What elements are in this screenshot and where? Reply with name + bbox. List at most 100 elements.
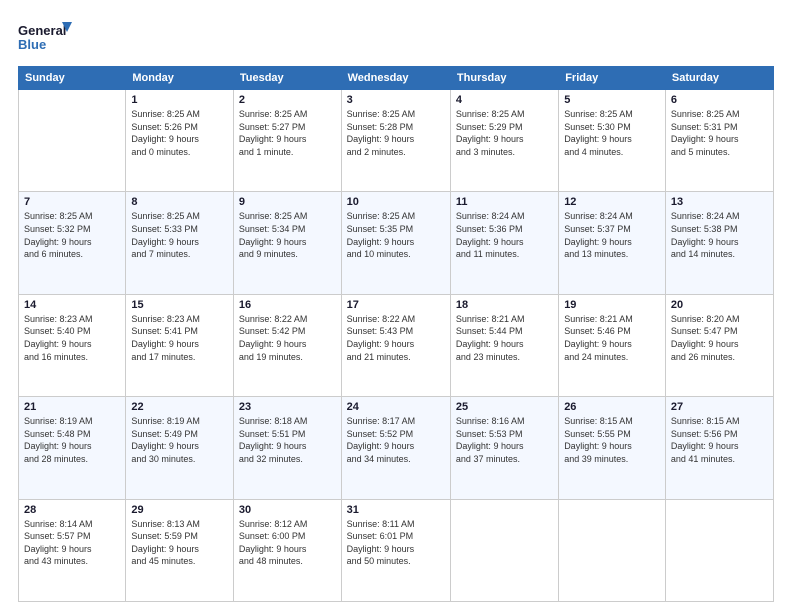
day-number: 1 [131, 94, 228, 106]
calendar-cell: 30 Sunrise: 8:12 AM Sunset: 6:00 PM Dayli… [233, 499, 341, 601]
day-number: 28 [24, 504, 120, 516]
header-friday: Friday [559, 67, 666, 90]
calendar-cell: 29 Sunrise: 8:13 AM Sunset: 5:59 PM Dayli… [126, 499, 234, 601]
page: GeneralBlue SundayMondayTuesdayWednesday… [0, 0, 792, 612]
day-info: Sunrise: 8:17 AM Sunset: 5:52 PM Dayligh… [347, 415, 445, 465]
calendar-cell: 27 Sunrise: 8:15 AM Sunset: 5:56 PM Dayli… [665, 397, 773, 499]
day-number: 20 [671, 299, 768, 311]
day-number: 15 [131, 299, 228, 311]
calendar-cell: 5 Sunrise: 8:25 AM Sunset: 5:30 PM Daylig… [559, 90, 666, 192]
day-info: Sunrise: 8:12 AM Sunset: 6:00 PM Dayligh… [239, 518, 336, 568]
day-number: 11 [456, 196, 553, 208]
calendar-cell: 7 Sunrise: 8:25 AM Sunset: 5:32 PM Daylig… [19, 192, 126, 294]
day-info: Sunrise: 8:23 AM Sunset: 5:41 PM Dayligh… [131, 313, 228, 363]
calendar-cell: 26 Sunrise: 8:15 AM Sunset: 5:55 PM Dayli… [559, 397, 666, 499]
header-tuesday: Tuesday [233, 67, 341, 90]
calendar-cell: 20Sunrise: 8:20 AM Sunset: 5:47 PM Dayli… [665, 294, 773, 396]
header: GeneralBlue [18, 18, 774, 58]
calendar-header-row: SundayMondayTuesdayWednesdayThursdayFrid… [19, 67, 774, 90]
day-number: 29 [131, 504, 228, 516]
day-number: 31 [347, 504, 445, 516]
calendar-cell: 28 Sunrise: 8:14 AM Sunset: 5:57 PM Dayli… [19, 499, 126, 601]
day-info: Sunrise: 8:19 AM Sunset: 5:48 PM Dayligh… [24, 415, 120, 465]
calendar-cell: 25 Sunrise: 8:16 AM Sunset: 5:53 PM Dayli… [450, 397, 558, 499]
day-number: 3 [347, 94, 445, 106]
day-number: 26 [564, 401, 660, 413]
day-number: 12 [564, 196, 660, 208]
calendar-cell: 22Sunrise: 8:19 AM Sunset: 5:49 PM Dayli… [126, 397, 234, 499]
day-number: 9 [239, 196, 336, 208]
day-info: Sunrise: 8:15 AM Sunset: 5:55 PM Dayligh… [564, 415, 660, 465]
header-sunday: Sunday [19, 67, 126, 90]
logo: GeneralBlue [18, 18, 78, 58]
svg-text:Blue: Blue [18, 37, 46, 52]
day-info: Sunrise: 8:11 AM Sunset: 6:01 PM Dayligh… [347, 518, 445, 568]
day-number: 17 [347, 299, 445, 311]
day-number: 10 [347, 196, 445, 208]
calendar-cell: 9 Sunrise: 8:25 AM Sunset: 5:34 PM Daylig… [233, 192, 341, 294]
day-number: 16 [239, 299, 336, 311]
day-info: Sunrise: 8:25 AM Sunset: 5:30 PM Dayligh… [564, 108, 660, 158]
day-info: Sunrise: 8:25 AM Sunset: 5:27 PM Dayligh… [239, 108, 336, 158]
day-number: 19 [564, 299, 660, 311]
day-info: Sunrise: 8:25 AM Sunset: 5:31 PM Dayligh… [671, 108, 768, 158]
day-info: Sunrise: 8:25 AM Sunset: 5:32 PM Dayligh… [24, 210, 120, 260]
day-number: 5 [564, 94, 660, 106]
calendar-cell [19, 90, 126, 192]
day-info: Sunrise: 8:25 AM Sunset: 5:34 PM Dayligh… [239, 210, 336, 260]
day-info: Sunrise: 8:23 AM Sunset: 5:40 PM Dayligh… [24, 313, 120, 363]
calendar-table: SundayMondayTuesdayWednesdayThursdayFrid… [18, 66, 774, 602]
calendar-cell [665, 499, 773, 601]
calendar-cell: 3Sunrise: 8:25 AM Sunset: 5:28 PM Daylig… [341, 90, 450, 192]
calendar-cell: 14 Sunrise: 8:23 AM Sunset: 5:40 PM Dayli… [19, 294, 126, 396]
day-info: Sunrise: 8:18 AM Sunset: 5:51 PM Dayligh… [239, 415, 336, 465]
calendar-cell: 6 Sunrise: 8:25 AM Sunset: 5:31 PM Daylig… [665, 90, 773, 192]
day-info: Sunrise: 8:24 AM Sunset: 5:38 PM Dayligh… [671, 210, 768, 260]
day-number: 27 [671, 401, 768, 413]
calendar-cell: 12 Sunrise: 8:24 AM Sunset: 5:37 PM Dayli… [559, 192, 666, 294]
calendar-cell [559, 499, 666, 601]
day-info: Sunrise: 8:25 AM Sunset: 5:29 PM Dayligh… [456, 108, 553, 158]
day-info: Sunrise: 8:25 AM Sunset: 5:35 PM Dayligh… [347, 210, 445, 260]
day-info: Sunrise: 8:24 AM Sunset: 5:37 PM Dayligh… [564, 210, 660, 260]
calendar-cell: 10 Sunrise: 8:25 AM Sunset: 5:35 PM Dayli… [341, 192, 450, 294]
calendar-cell: 11Sunrise: 8:24 AM Sunset: 5:36 PM Dayli… [450, 192, 558, 294]
header-saturday: Saturday [665, 67, 773, 90]
day-info: Sunrise: 8:16 AM Sunset: 5:53 PM Dayligh… [456, 415, 553, 465]
day-number: 6 [671, 94, 768, 106]
day-info: Sunrise: 8:15 AM Sunset: 5:56 PM Dayligh… [671, 415, 768, 465]
day-number: 8 [131, 196, 228, 208]
svg-text:General: General [18, 23, 66, 38]
day-number: 30 [239, 504, 336, 516]
calendar-cell: 16 Sunrise: 8:22 AM Sunset: 5:42 PM Dayli… [233, 294, 341, 396]
calendar-cell: 18Sunrise: 8:21 AM Sunset: 5:44 PM Dayli… [450, 294, 558, 396]
week-row-0: 1 Sunrise: 8:25 AM Sunset: 5:26 PM Daylig… [19, 90, 774, 192]
day-info: Sunrise: 8:13 AM Sunset: 5:59 PM Dayligh… [131, 518, 228, 568]
calendar-cell: 19 Sunrise: 8:21 AM Sunset: 5:46 PM Dayli… [559, 294, 666, 396]
day-number: 13 [671, 196, 768, 208]
week-row-1: 7 Sunrise: 8:25 AM Sunset: 5:32 PM Daylig… [19, 192, 774, 294]
day-number: 23 [239, 401, 336, 413]
day-info: Sunrise: 8:25 AM Sunset: 5:26 PM Dayligh… [131, 108, 228, 158]
calendar-cell: 23 Sunrise: 8:18 AM Sunset: 5:51 PM Dayli… [233, 397, 341, 499]
header-wednesday: Wednesday [341, 67, 450, 90]
day-number: 25 [456, 401, 553, 413]
day-info: Sunrise: 8:14 AM Sunset: 5:57 PM Dayligh… [24, 518, 120, 568]
day-number: 22 [131, 401, 228, 413]
day-number: 14 [24, 299, 120, 311]
calendar-cell: 13 Sunrise: 8:24 AM Sunset: 5:38 PM Dayli… [665, 192, 773, 294]
header-monday: Monday [126, 67, 234, 90]
day-info: Sunrise: 8:21 AM Sunset: 5:46 PM Dayligh… [564, 313, 660, 363]
day-number: 21 [24, 401, 120, 413]
calendar-cell: 15 Sunrise: 8:23 AM Sunset: 5:41 PM Dayli… [126, 294, 234, 396]
logo-svg: GeneralBlue [18, 18, 78, 58]
calendar-cell [450, 499, 558, 601]
calendar-cell: 21 Sunrise: 8:19 AM Sunset: 5:48 PM Dayli… [19, 397, 126, 499]
calendar-cell: 1 Sunrise: 8:25 AM Sunset: 5:26 PM Daylig… [126, 90, 234, 192]
week-row-2: 14 Sunrise: 8:23 AM Sunset: 5:40 PM Dayli… [19, 294, 774, 396]
day-info: Sunrise: 8:21 AM Sunset: 5:44 PM Dayligh… [456, 313, 553, 363]
day-info: Sunrise: 8:22 AM Sunset: 5:42 PM Dayligh… [239, 313, 336, 363]
header-thursday: Thursday [450, 67, 558, 90]
day-number: 7 [24, 196, 120, 208]
week-row-4: 28 Sunrise: 8:14 AM Sunset: 5:57 PM Dayli… [19, 499, 774, 601]
